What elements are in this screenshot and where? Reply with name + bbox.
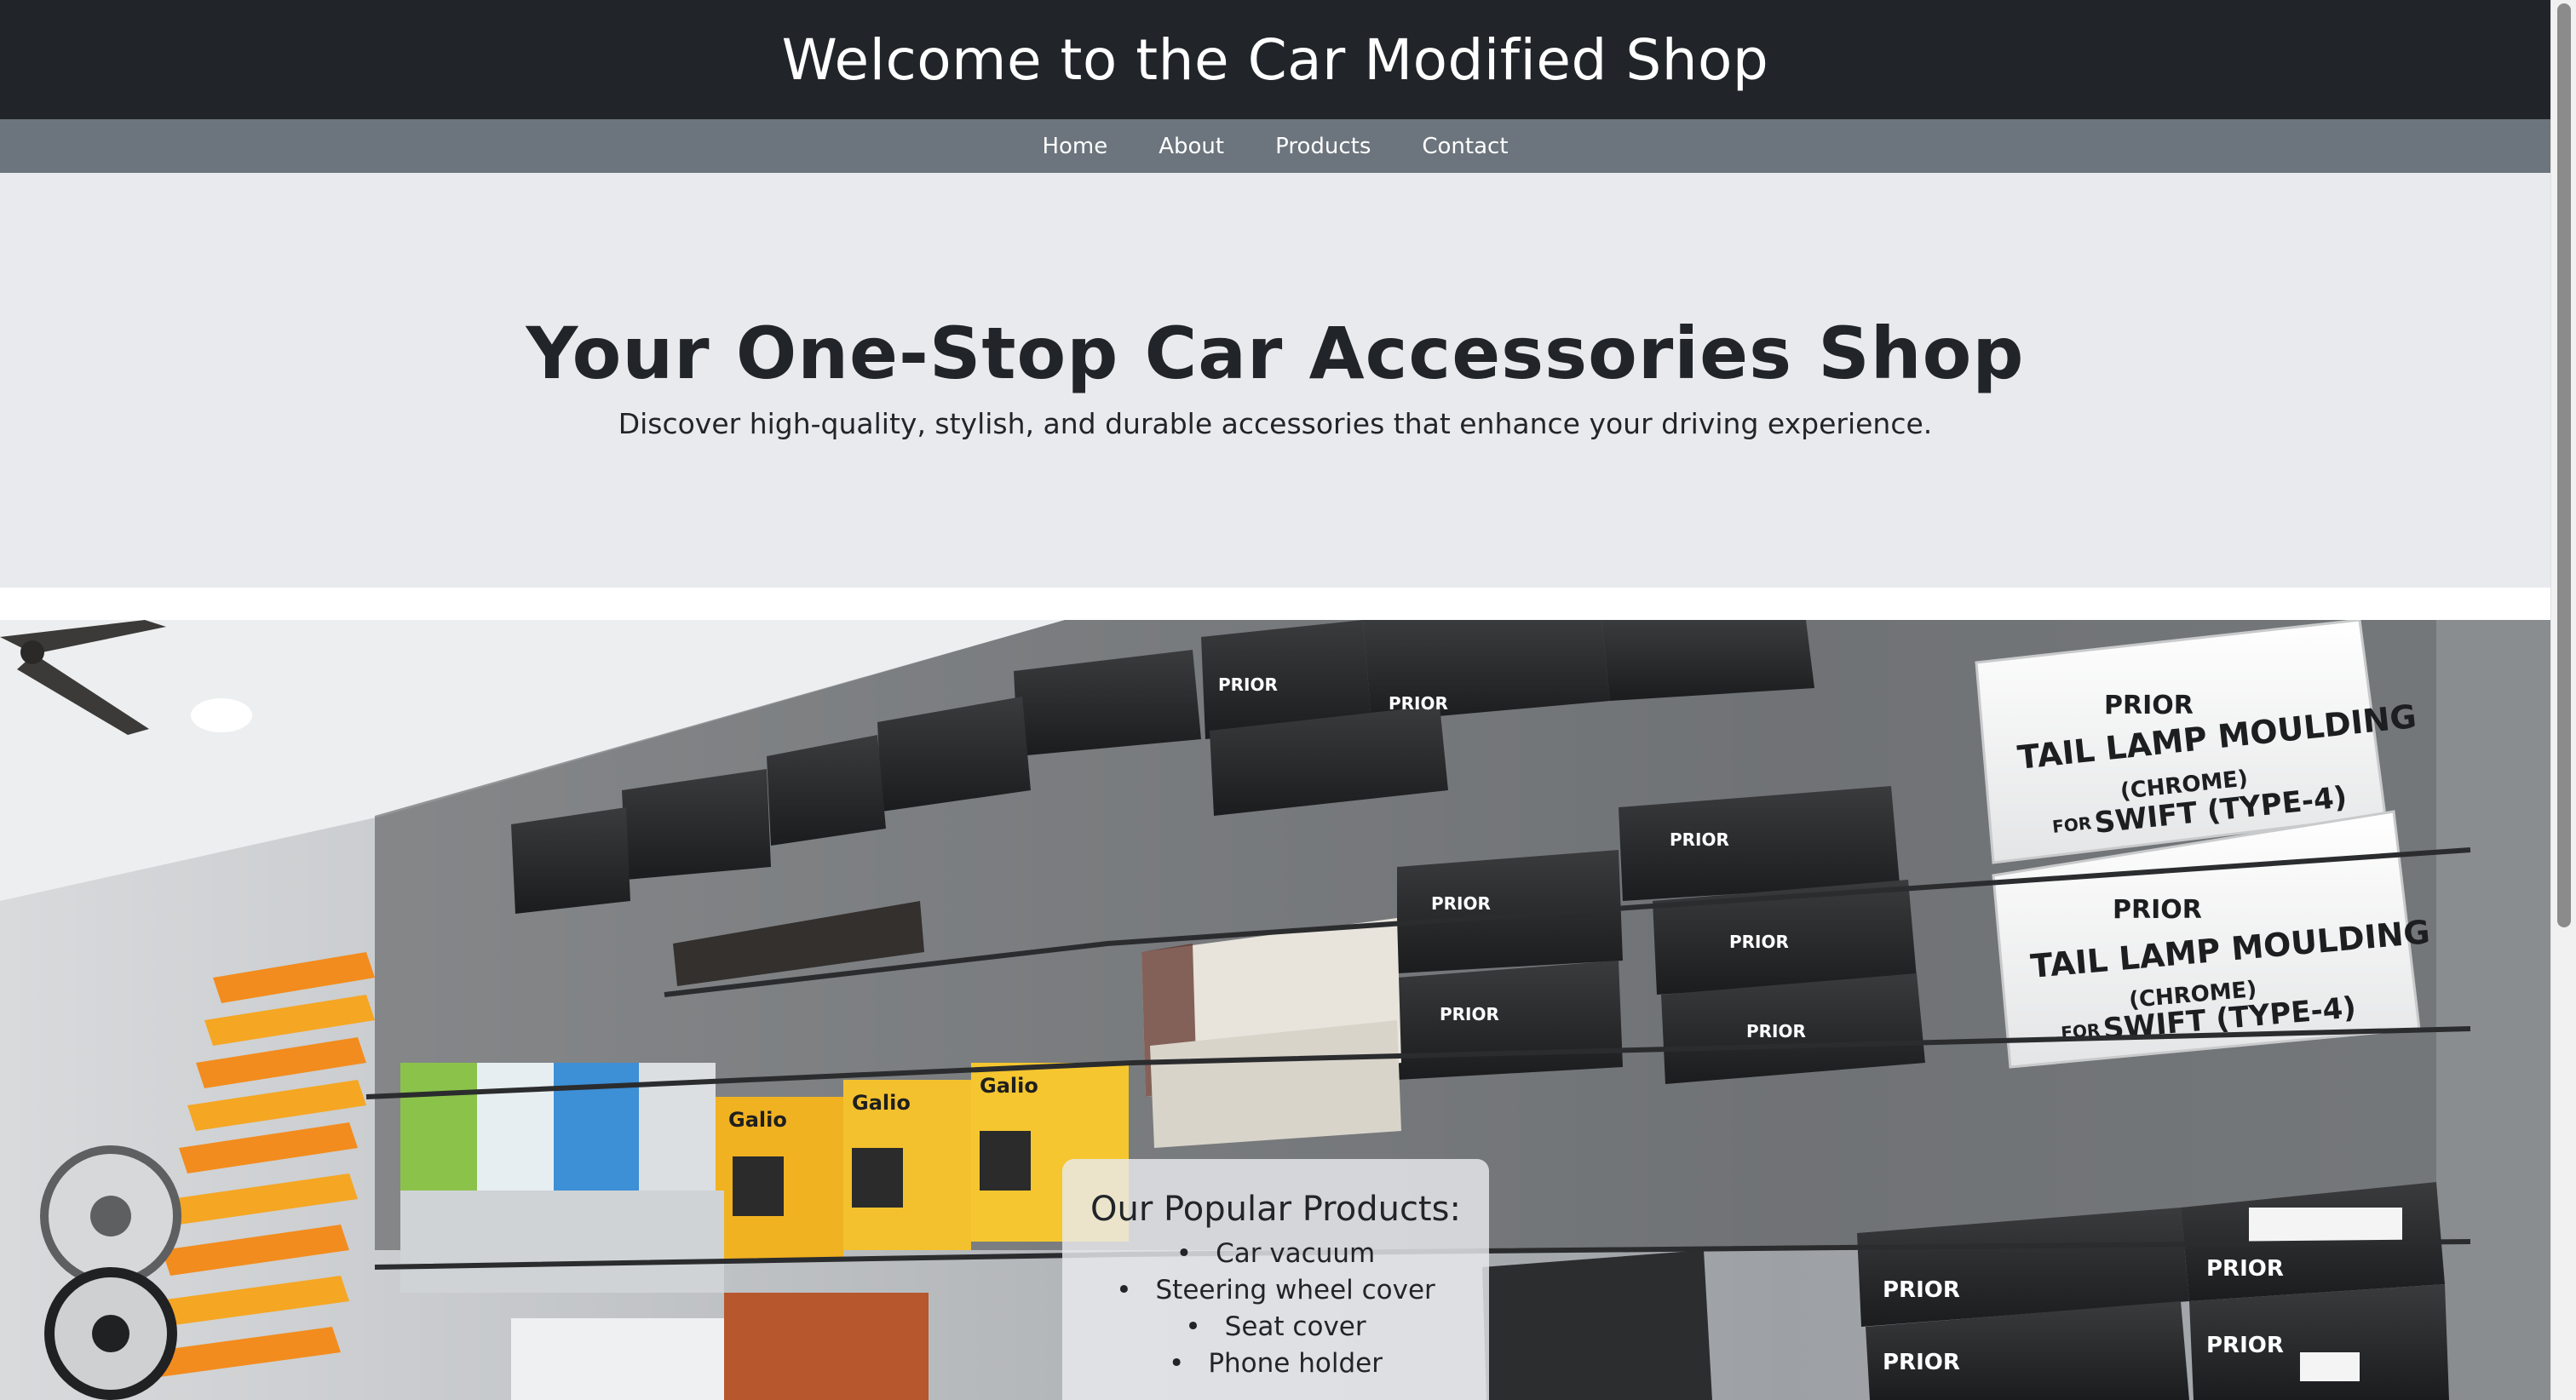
hero-section: Your One-Stop Car Accessories Shop Disco… [0,173,2550,588]
product-item: Car vacuum [1062,1236,1489,1272]
tail-lamp-moulding-boxes: PRIOR TAIL LAMP MOULDING (CHROME) FOR SW… [1975,620,2431,1069]
scrollbar-thumb[interactable] [2557,3,2571,927]
box-brand-mark: PRIOR [1389,693,1448,714]
site-title: Welcome to the Car Modified Shop [781,26,1769,93]
page: Welcome to the Car Modified Shop Home Ab… [0,0,2550,1400]
product-item: Phone holder [1062,1345,1489,1382]
box-brand-mark: PRIOR [2206,1256,2284,1282]
galio-brand-mark: Galio [852,1091,911,1115]
nav-link-home[interactable]: Home [1016,134,1133,159]
box-brand-mark: PRIOR [1440,1004,1499,1024]
product-item: Steering wheel cover [1062,1272,1489,1309]
product-item: Seat cover [1062,1309,1489,1345]
vertical-scrollbar[interactable] [2550,0,2576,1400]
box-brand-mark: PRIOR [1670,829,1729,850]
hero-subtitle: Discover high-quality, stylish, and dura… [618,407,1933,440]
nav-link-contact[interactable]: Contact [1396,134,1533,159]
site-header: Welcome to the Car Modified Shop [0,0,2550,119]
box-brand-mark: PRIOR [1746,1021,1806,1041]
hero-title: Your One-Stop Car Accessories Shop [526,312,2025,395]
galio-brand-mark: Galio [728,1108,787,1132]
popular-products-title: Our Popular Products: [1090,1190,1461,1229]
popular-products-list: Car vacuum Steering wheel cover Seat cov… [1062,1236,1489,1382]
box-brand-mark: PRIOR [2206,1333,2284,1358]
box-brand-mark: PRIOR [1729,932,1789,952]
main-nav: Home About Products Contact [0,119,2550,173]
box-brand-mark: PRIOR [2113,895,2202,925]
box-brand-mark: PRIOR [1218,674,1278,695]
box-brand-mark: PRIOR [1883,1277,1960,1303]
section-gap [0,588,2550,620]
box-label-line: FOR [2051,812,2092,837]
box-brand-mark: PRIOR [2104,691,2194,720]
galio-brand-mark: Galio [980,1074,1038,1098]
nav-link-products[interactable]: Products [1250,134,1396,159]
nav-link-about[interactable]: About [1133,134,1250,159]
box-brand-mark: PRIOR [1883,1350,1960,1375]
popular-products-panel: Our Popular Products: Car vacuum Steerin… [1062,1159,1489,1400]
box-brand-mark: PRIOR [1431,893,1491,914]
